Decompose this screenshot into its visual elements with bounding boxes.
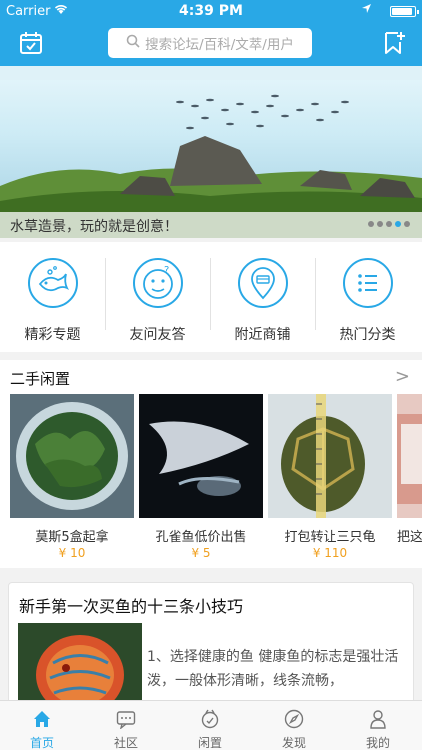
product-card[interactable]: 把这	[397, 394, 422, 566]
product-name: 莫斯5盒起拿	[35, 530, 109, 545]
quick-item-nearby-shops[interactable]: 附近商铺	[210, 242, 315, 352]
banner-caption-bar: 水草造景，玩的就是创意！	[0, 212, 422, 238]
product-name: 把这	[397, 530, 422, 545]
product-card[interactable]: 打包转让三只龟 ¥ 110	[268, 394, 392, 566]
list-icon	[343, 258, 393, 308]
svg-text:?: ?	[164, 265, 169, 276]
battery-icon	[390, 6, 419, 17]
bookmark-add-icon[interactable]	[382, 30, 406, 56]
article-excerpt: 1、选择健康的鱼 健康鱼的标志是强壮活泼，一般体形清晰，线条流畅，	[147, 649, 399, 689]
location-shop-icon	[238, 258, 288, 308]
product-card[interactable]: 莫斯5盒起拿 ¥ 10	[10, 394, 134, 566]
product-price: ¥ 10	[58, 546, 86, 560]
second-hand-section: 二手闲置 > 莫斯5盒起拿 ¥ 10 孔雀鱼低价出售 ¥ 5 打包转让三只龟 ¥…	[0, 360, 422, 568]
tab-bar: 首页 社区 闲置 发现 我的	[0, 700, 422, 750]
product-image	[268, 394, 392, 518]
carousel-dot[interactable]	[395, 221, 401, 227]
quick-item-label: 友问友答	[129, 327, 186, 343]
carousel-dot[interactable]	[368, 221, 374, 227]
product-image	[10, 394, 134, 518]
tab-label: 首页	[29, 736, 54, 750]
product-name: 孔雀鱼低价出售	[155, 530, 247, 545]
smiley-question-icon: ?	[133, 258, 183, 308]
quick-item-label: 精彩专题	[24, 327, 81, 343]
search-input[interactable]: 搜索论坛/百科/文萃/用户	[108, 28, 312, 58]
carousel-dot[interactable]	[386, 221, 392, 227]
tab-idle[interactable]: 闲置	[168, 701, 252, 750]
carousel-dot[interactable]	[404, 221, 410, 227]
article-card[interactable]: 新手第一次买鱼的十三条小技巧 1、选择健康的鱼 健康鱼的标志是强壮活泼，一般体形…	[8, 582, 414, 712]
banner-carousel[interactable]: 水草造景，玩的就是创意！	[0, 66, 422, 238]
carousel-indicator[interactable]	[368, 221, 410, 227]
tab-label: 我的	[365, 736, 390, 750]
article-image	[18, 623, 142, 711]
tab-community[interactable]: 社区	[84, 701, 168, 750]
product-name: 打包转让三只龟	[284, 530, 376, 545]
status-bar: Carrier 4:39 PM	[0, 0, 422, 22]
tab-label: 闲置	[197, 736, 222, 750]
banner-caption: 水草造景，玩的就是创意！	[10, 219, 178, 235]
tab-label: 社区	[113, 736, 138, 750]
carousel-dot[interactable]	[377, 221, 383, 227]
fish-icon	[28, 258, 78, 308]
more-arrow[interactable]: >	[395, 366, 410, 387]
tab-home[interactable]: 首页	[0, 701, 84, 750]
quick-item-qa[interactable]: ? 友问友答	[105, 242, 210, 352]
tab-profile[interactable]: 我的	[336, 701, 420, 750]
product-image	[139, 394, 263, 518]
search-placeholder: 搜索论坛/百科/文萃/用户	[145, 37, 294, 53]
quick-item-categories[interactable]: 热门分类	[315, 242, 420, 352]
location-arrow-icon	[361, 3, 372, 17]
person-icon	[370, 710, 386, 729]
quick-item-label: 附近商铺	[234, 327, 291, 343]
section-title: 二手闲置	[10, 370, 71, 388]
product-price: ¥ 5	[191, 546, 211, 560]
product-price: ¥ 110	[312, 546, 348, 560]
quick-item-label: 热门分类	[339, 327, 396, 343]
tab-label: 发现	[281, 736, 306, 750]
home-icon	[34, 711, 50, 727]
quick-menu: 精彩专题 ? 友问友答 附近商铺 热门分类	[0, 242, 422, 352]
article-title: 新手第一次买鱼的十三条小技巧	[19, 597, 244, 616]
product-card[interactable]: 孔雀鱼低价出售 ¥ 5	[139, 394, 263, 566]
top-header: Carrier 4:39 PM 搜索论坛/百科/文萃/用户	[0, 0, 422, 66]
search-icon	[126, 34, 140, 52]
status-time: 4:39 PM	[179, 3, 243, 19]
product-image	[397, 394, 422, 518]
compass-icon	[284, 709, 304, 729]
quick-item-topics[interactable]: 精彩专题	[0, 242, 105, 352]
idle-icon	[201, 709, 219, 729]
chat-icon	[116, 711, 136, 729]
tab-discover[interactable]: 发现	[252, 701, 336, 750]
calendar-icon[interactable]	[18, 30, 44, 56]
